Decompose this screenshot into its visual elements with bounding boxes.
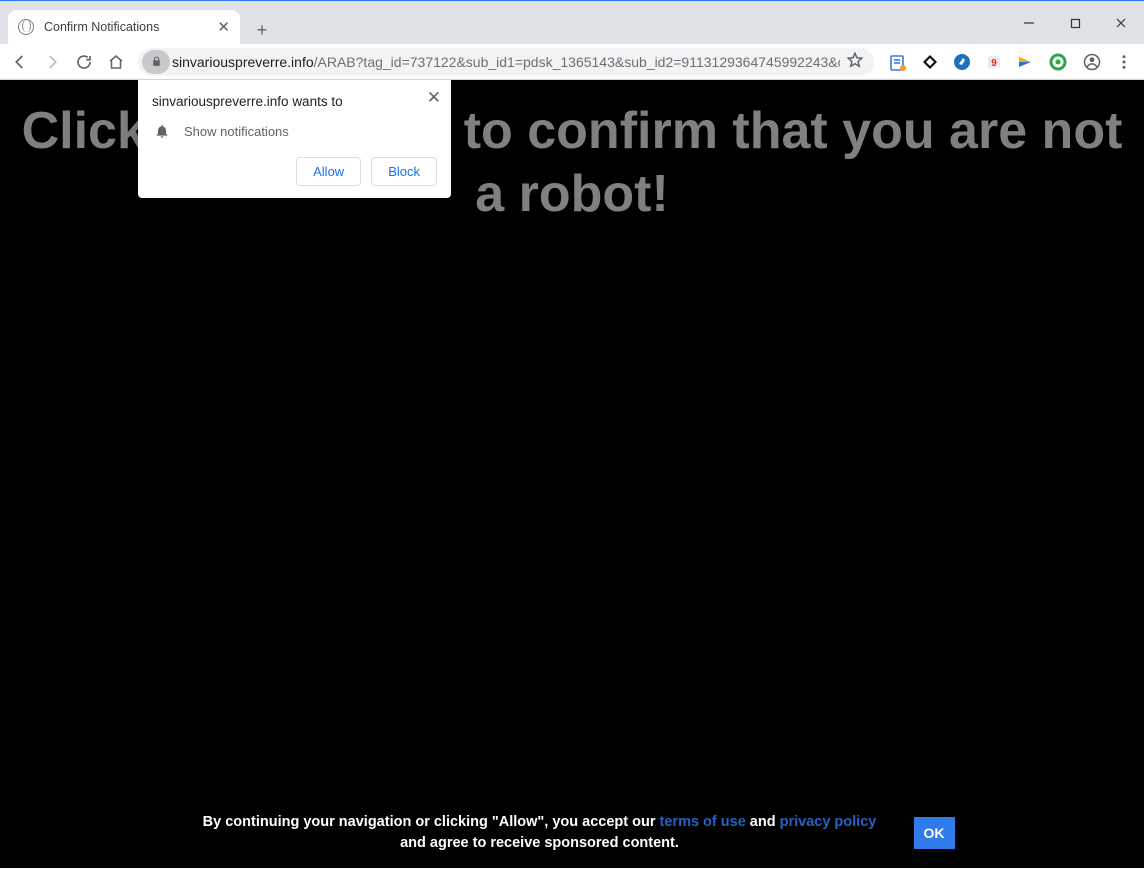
extension-icon-4[interactable]: 9: [980, 48, 1008, 76]
extension-icons: 9: [882, 48, 1074, 76]
extension-icon-2[interactable]: [916, 48, 944, 76]
profile-avatar-icon[interactable]: [1078, 48, 1106, 76]
bell-icon: [154, 123, 170, 139]
nav-forward-button[interactable]: [38, 48, 66, 76]
consent-bar: By continuing your navigation or clickin…: [0, 798, 1144, 868]
notification-permission-popup: ✕ sinvariouspreverre.info wants to Show …: [138, 80, 451, 198]
window-close-button[interactable]: [1098, 8, 1144, 38]
allow-button[interactable]: Allow: [296, 157, 361, 186]
close-tab-icon[interactable]: ✕: [217, 18, 230, 36]
window-minimize-button[interactable]: [1006, 8, 1052, 38]
browser-tab[interactable]: Confirm Notifications ✕: [8, 10, 240, 44]
svg-text:9: 9: [991, 58, 997, 69]
browser-toolbar: sinvariouspreverre.info/ARAB?tag_id=7371…: [0, 44, 1144, 80]
nav-home-button[interactable]: [102, 48, 130, 76]
chrome-menu-button[interactable]: [1110, 48, 1138, 76]
url-text: sinvariouspreverre.info/ARAB?tag_id=7371…: [172, 54, 840, 70]
page-content: Click the «Allow» to confirm that you ar…: [0, 80, 1144, 868]
privacy-link[interactable]: privacy policy: [780, 814, 877, 830]
tab-strip: Confirm Notifications ✕ +: [0, 8, 1144, 44]
extension-icon-3[interactable]: [948, 48, 976, 76]
extension-icon-1[interactable]: [884, 48, 912, 76]
terms-link[interactable]: terms of use: [660, 814, 746, 830]
globe-icon: [18, 19, 34, 35]
nav-back-button[interactable]: [6, 48, 34, 76]
popup-title: sinvariouspreverre.info wants to: [152, 94, 437, 109]
tab-title: Confirm Notifications: [44, 20, 159, 34]
new-tab-button[interactable]: +: [248, 16, 276, 44]
extension-icon-5[interactable]: [1012, 48, 1040, 76]
window-maximize-button[interactable]: [1052, 8, 1098, 38]
address-bar[interactable]: sinvariouspreverre.info/ARAB?tag_id=7371…: [138, 48, 874, 76]
nav-reload-button[interactable]: [70, 48, 98, 76]
consent-ok-button[interactable]: OK: [914, 817, 955, 849]
extension-icon-6[interactable]: [1044, 48, 1072, 76]
bookmark-star-icon[interactable]: [840, 51, 870, 72]
consent-text: By continuing your navigation or clickin…: [190, 812, 890, 854]
block-button[interactable]: Block: [371, 157, 437, 186]
popup-close-icon[interactable]: ✕: [427, 88, 441, 108]
site-info-button[interactable]: [142, 50, 170, 74]
popup-permission-text: Show notifications: [184, 124, 289, 139]
